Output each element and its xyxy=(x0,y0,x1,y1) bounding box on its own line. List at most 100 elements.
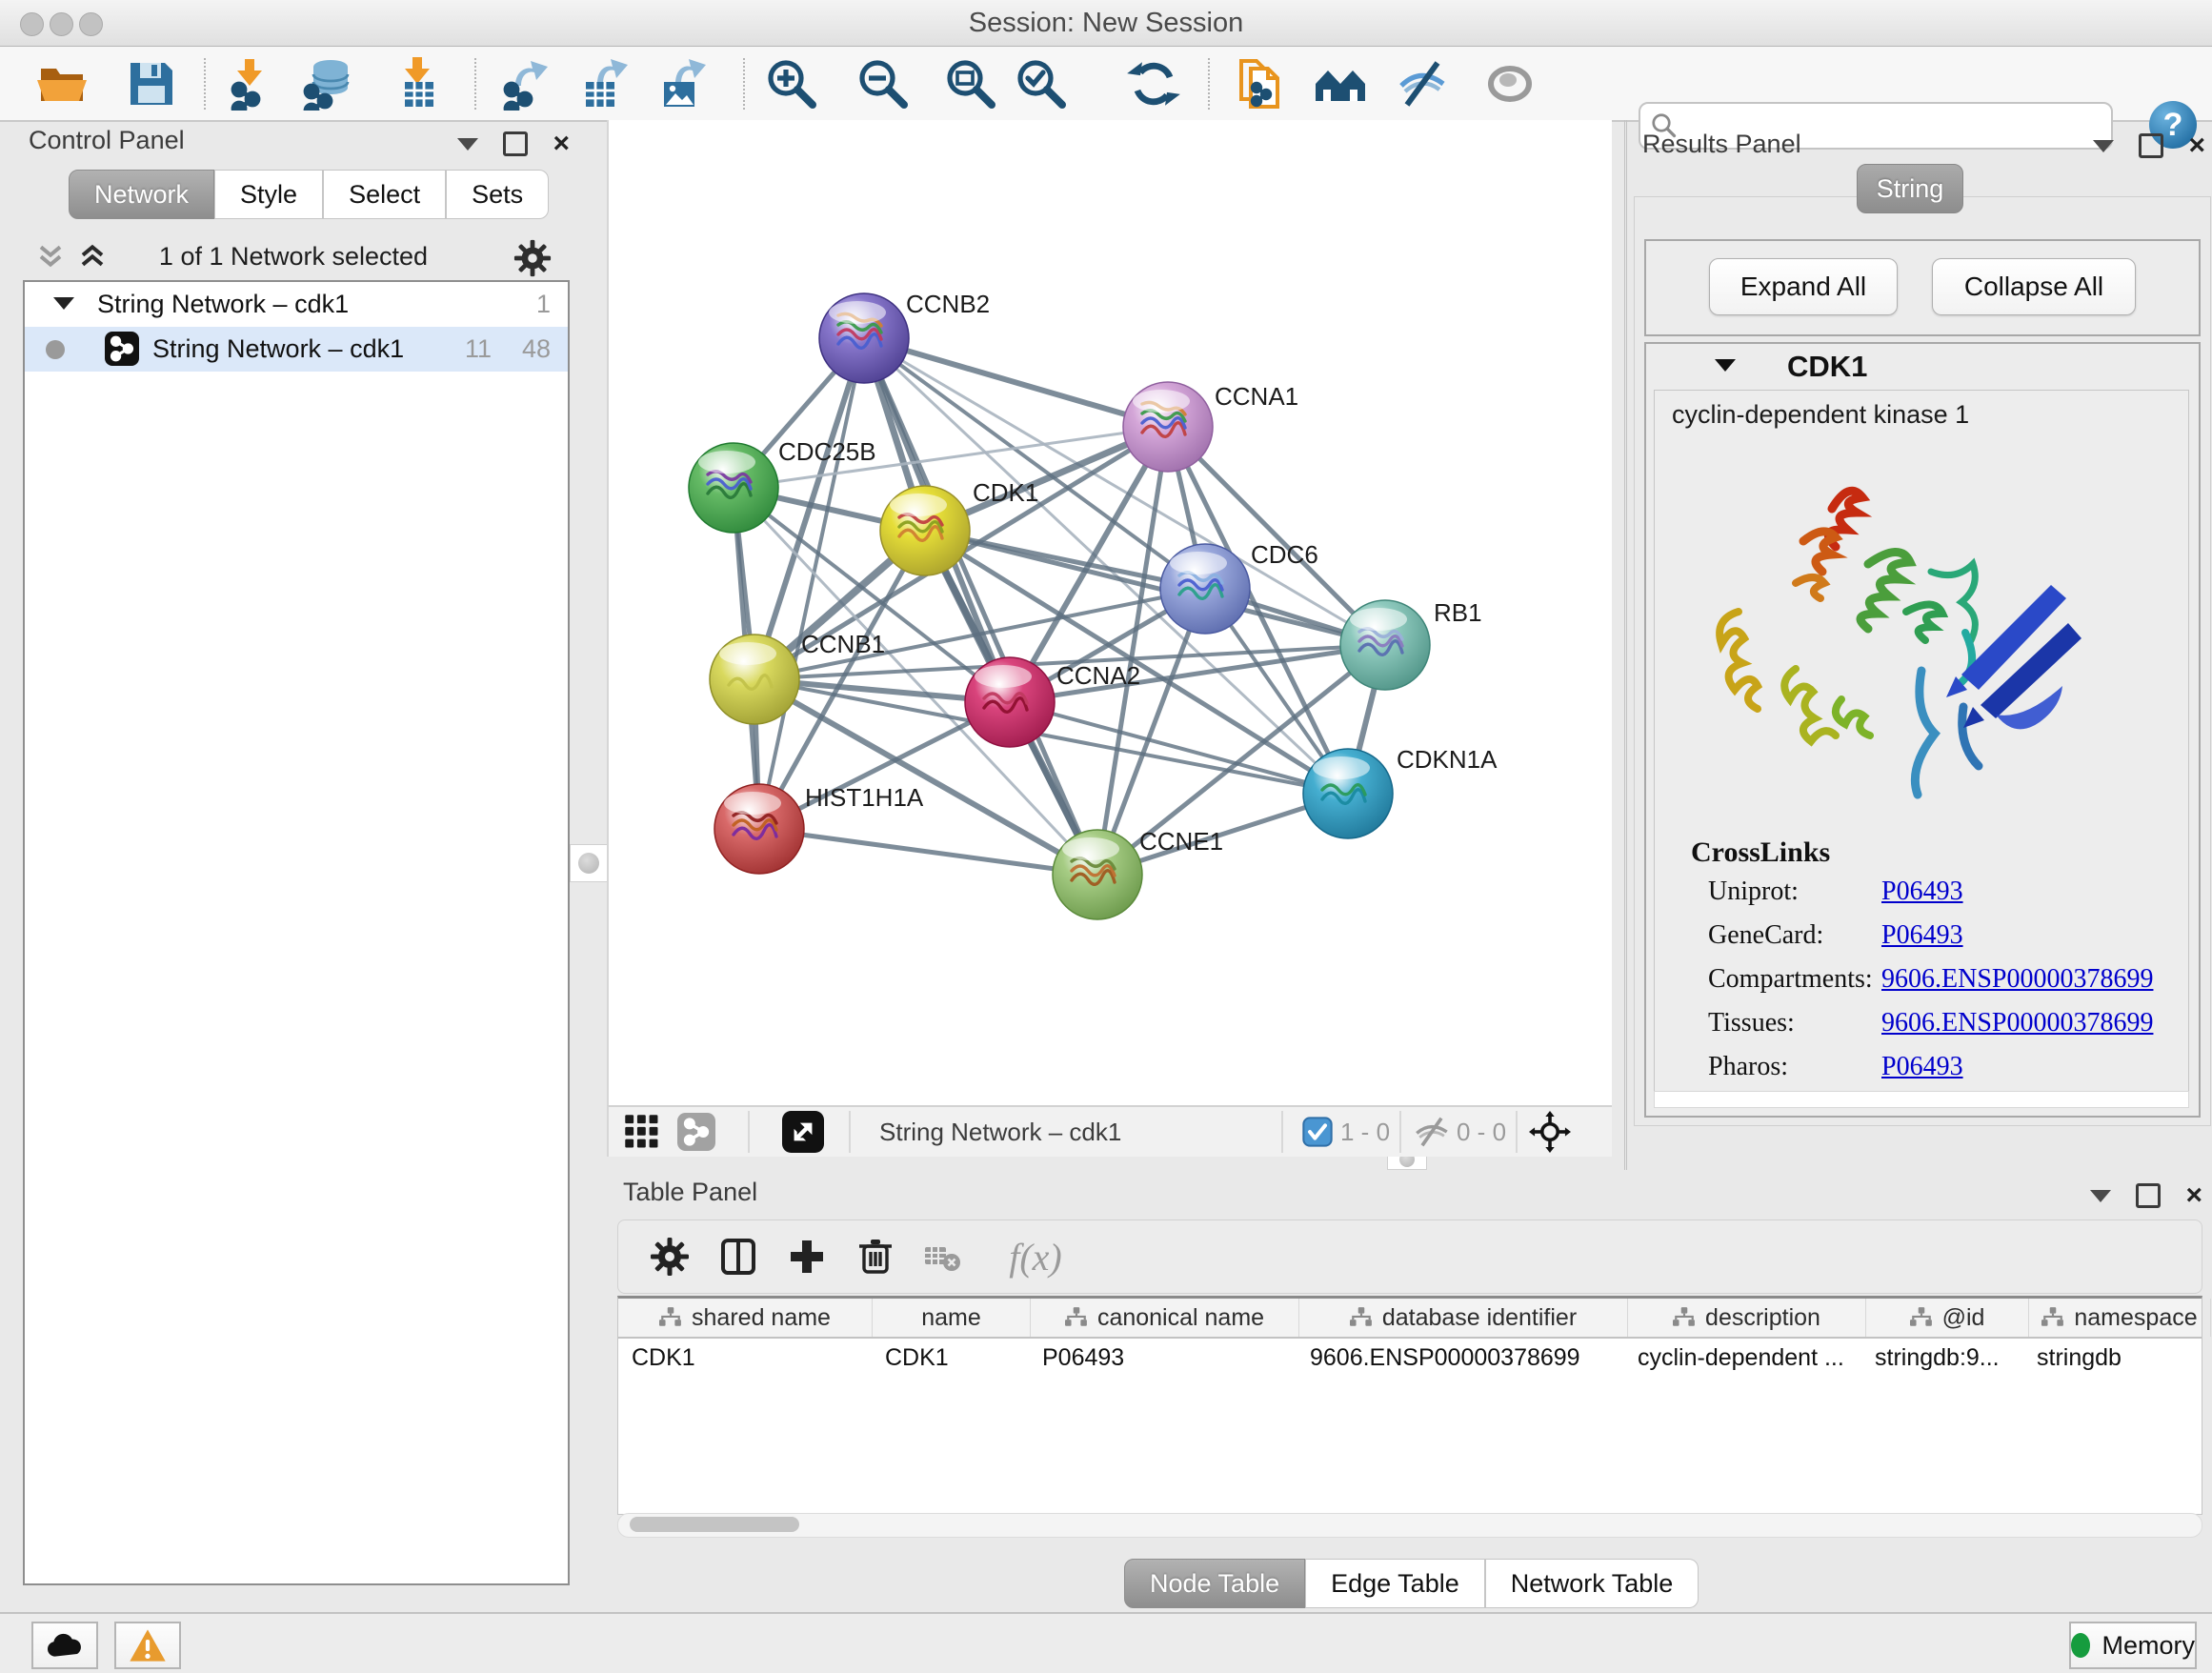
tab-select[interactable]: Select xyxy=(323,170,446,219)
section-expander-icon[interactable] xyxy=(1715,359,1736,372)
home-icon[interactable] xyxy=(1313,56,1368,111)
close-panel-icon[interactable]: × xyxy=(2188,136,2205,155)
crosslink-link[interactable]: P06493 xyxy=(1881,877,1963,907)
maximize-panel-icon[interactable] xyxy=(2136,1183,2161,1208)
tab-string[interactable]: String xyxy=(1857,164,1963,213)
crosslink-row: GeneCard:P06493 xyxy=(1708,920,2175,964)
float-panel-icon[interactable] xyxy=(457,138,478,151)
column-header-database-identifier[interactable]: database identifier xyxy=(1299,1299,1628,1337)
float-panel-icon[interactable] xyxy=(2090,1190,2111,1202)
node-RB1[interactable] xyxy=(1340,600,1430,690)
zoom-out-icon[interactable] xyxy=(855,56,911,111)
column-header-shared-name[interactable]: shared name xyxy=(618,1299,873,1337)
table-settings-gear-icon[interactable] xyxy=(647,1234,693,1280)
crosslink-link[interactable]: 9606.ENSP00000378699 xyxy=(1881,964,2153,995)
refresh-icon[interactable] xyxy=(1126,56,1181,111)
pan-crosshair-icon[interactable] xyxy=(1529,1111,1571,1153)
cloud-button[interactable] xyxy=(31,1622,98,1669)
import-table-file-icon[interactable] xyxy=(389,56,444,111)
export-image-icon[interactable] xyxy=(652,56,707,111)
warnings-button[interactable] xyxy=(114,1622,181,1669)
crosslink-link[interactable]: P06493 xyxy=(1881,1052,1963,1082)
tree-expander-icon[interactable] xyxy=(53,297,74,310)
import-network-database-icon[interactable] xyxy=(297,56,360,111)
cell-database-identifier[interactable]: 9606.ENSP00000378699 xyxy=(1297,1339,1624,1377)
show-columns-icon[interactable] xyxy=(715,1234,761,1280)
tab-node-table[interactable]: Node Table xyxy=(1124,1559,1305,1608)
hide-selected-icon[interactable] xyxy=(1395,56,1450,111)
crosslink-link[interactable]: 9606.ENSP00000378699 xyxy=(1881,1008,2153,1038)
node-CDC6[interactable] xyxy=(1160,544,1250,634)
tab-network-table[interactable]: Network Table xyxy=(1485,1559,1699,1608)
node-CDK1[interactable] xyxy=(880,486,970,575)
edge-HIST1H1A-CCNE1[interactable] xyxy=(759,829,1097,875)
edge-CCNA1-CCNE1[interactable] xyxy=(1097,427,1168,875)
crosslink-link[interactable]: P06493 xyxy=(1881,920,1963,951)
close-panel-icon[interactable]: × xyxy=(2185,1186,2202,1205)
network-birdseye-icon[interactable] xyxy=(677,1111,715,1153)
cell-canonical-name[interactable]: P06493 xyxy=(1029,1339,1297,1377)
tab-sets[interactable]: Sets xyxy=(446,170,549,219)
tab-style[interactable]: Style xyxy=(214,170,323,219)
zoom-in-icon[interactable] xyxy=(764,56,819,111)
open-session-icon[interactable] xyxy=(34,56,90,111)
cell-namespace[interactable]: stringdb xyxy=(2023,1339,2204,1377)
grid-view-icon[interactable] xyxy=(624,1111,660,1153)
node-CCNE1[interactable] xyxy=(1053,830,1142,919)
results-scrollbar[interactable] xyxy=(1654,1091,2189,1108)
node-CDKN1A[interactable] xyxy=(1303,749,1393,838)
export-network-icon[interactable] xyxy=(495,56,551,111)
edge-CCNB2-HIST1H1A[interactable] xyxy=(759,338,864,829)
network-options-gear-icon[interactable] xyxy=(513,238,553,278)
node-HIST1H1A[interactable] xyxy=(714,784,804,874)
node-CCNB2[interactable] xyxy=(819,293,909,383)
zoom-fit-icon[interactable] xyxy=(943,56,998,111)
tab-network[interactable]: Network xyxy=(69,170,214,219)
selected-checkbox-icon[interactable] xyxy=(1302,1111,1333,1153)
column-header--id[interactable]: @id xyxy=(1866,1299,2029,1337)
left-splitter-grip[interactable] xyxy=(570,844,608,882)
cell-name[interactable]: CDK1 xyxy=(872,1339,1029,1377)
float-panel-icon[interactable] xyxy=(2093,140,2114,152)
column-header-description[interactable]: description xyxy=(1628,1299,1866,1337)
memory-button[interactable]: Memory xyxy=(2069,1622,2197,1669)
node-CCNA2[interactable] xyxy=(965,657,1055,747)
zoom-selected-icon[interactable] xyxy=(1014,56,1069,111)
expand-all-button[interactable]: Expand All xyxy=(1709,258,1898,315)
column-header-canonical-name[interactable]: canonical name xyxy=(1031,1299,1299,1337)
maximize-panel-icon[interactable] xyxy=(503,131,528,156)
control-panel-tabs: NetworkStyleSelectSets xyxy=(69,170,549,219)
collapse-all-button[interactable]: Collapse All xyxy=(1932,258,2136,315)
network-collection-row[interactable]: String Network – cdk1 1 xyxy=(25,282,568,327)
delete-table-icon[interactable] xyxy=(919,1234,965,1280)
network-row-selected[interactable]: String Network – cdk1 11 48 xyxy=(25,327,568,372)
cdk1-section-header[interactable]: CDK1 xyxy=(1646,344,2199,390)
function-builder-icon[interactable]: f(x) xyxy=(988,1234,1083,1280)
add-column-icon[interactable] xyxy=(784,1234,830,1280)
cell-shared-name[interactable]: CDK1 xyxy=(618,1339,872,1377)
delete-column-icon[interactable] xyxy=(853,1234,898,1280)
network-graph[interactable]: CCNB2CCNA1CDC25BCDK1CDC6RB1CCNB1CCNA2CDK… xyxy=(609,120,1612,1105)
column-header-name[interactable]: name xyxy=(873,1299,1031,1337)
column-header-namespace[interactable]: namespace xyxy=(2029,1299,2211,1337)
maximize-panel-icon[interactable] xyxy=(2139,133,2163,158)
show-all-icon[interactable] xyxy=(1482,56,1538,111)
export-table-icon[interactable] xyxy=(573,56,629,111)
node-CCNA1[interactable] xyxy=(1123,382,1213,472)
table-hscrollbar-thumb[interactable] xyxy=(630,1517,799,1532)
import-network-file-icon[interactable] xyxy=(223,56,278,111)
node-CCNB1[interactable] xyxy=(710,635,799,724)
open-in-window-icon[interactable] xyxy=(782,1111,824,1153)
open-session-file-icon[interactable] xyxy=(1235,56,1290,111)
network-canvas[interactable]: CCNB2CCNA1CDC25BCDK1CDC6RB1CCNB1CCNA2CDK… xyxy=(607,120,1612,1105)
tab-edge-table[interactable]: Edge Table xyxy=(1305,1559,1485,1608)
cell--id[interactable]: stringdb:9... xyxy=(1861,1339,2023,1377)
save-session-icon[interactable] xyxy=(124,56,179,111)
table-hscrollbar xyxy=(617,1513,2202,1538)
cell-description[interactable]: cyclin-dependent ... xyxy=(1624,1339,1861,1377)
node-CDC25B[interactable] xyxy=(689,443,778,533)
table-row[interactable]: CDK1CDK1P064939606.ENSP00000378699cyclin… xyxy=(618,1339,2202,1377)
close-panel-icon[interactable]: × xyxy=(553,134,570,153)
hidden-eye-icon[interactable] xyxy=(1413,1111,1451,1153)
toolbar-separator xyxy=(743,58,745,110)
